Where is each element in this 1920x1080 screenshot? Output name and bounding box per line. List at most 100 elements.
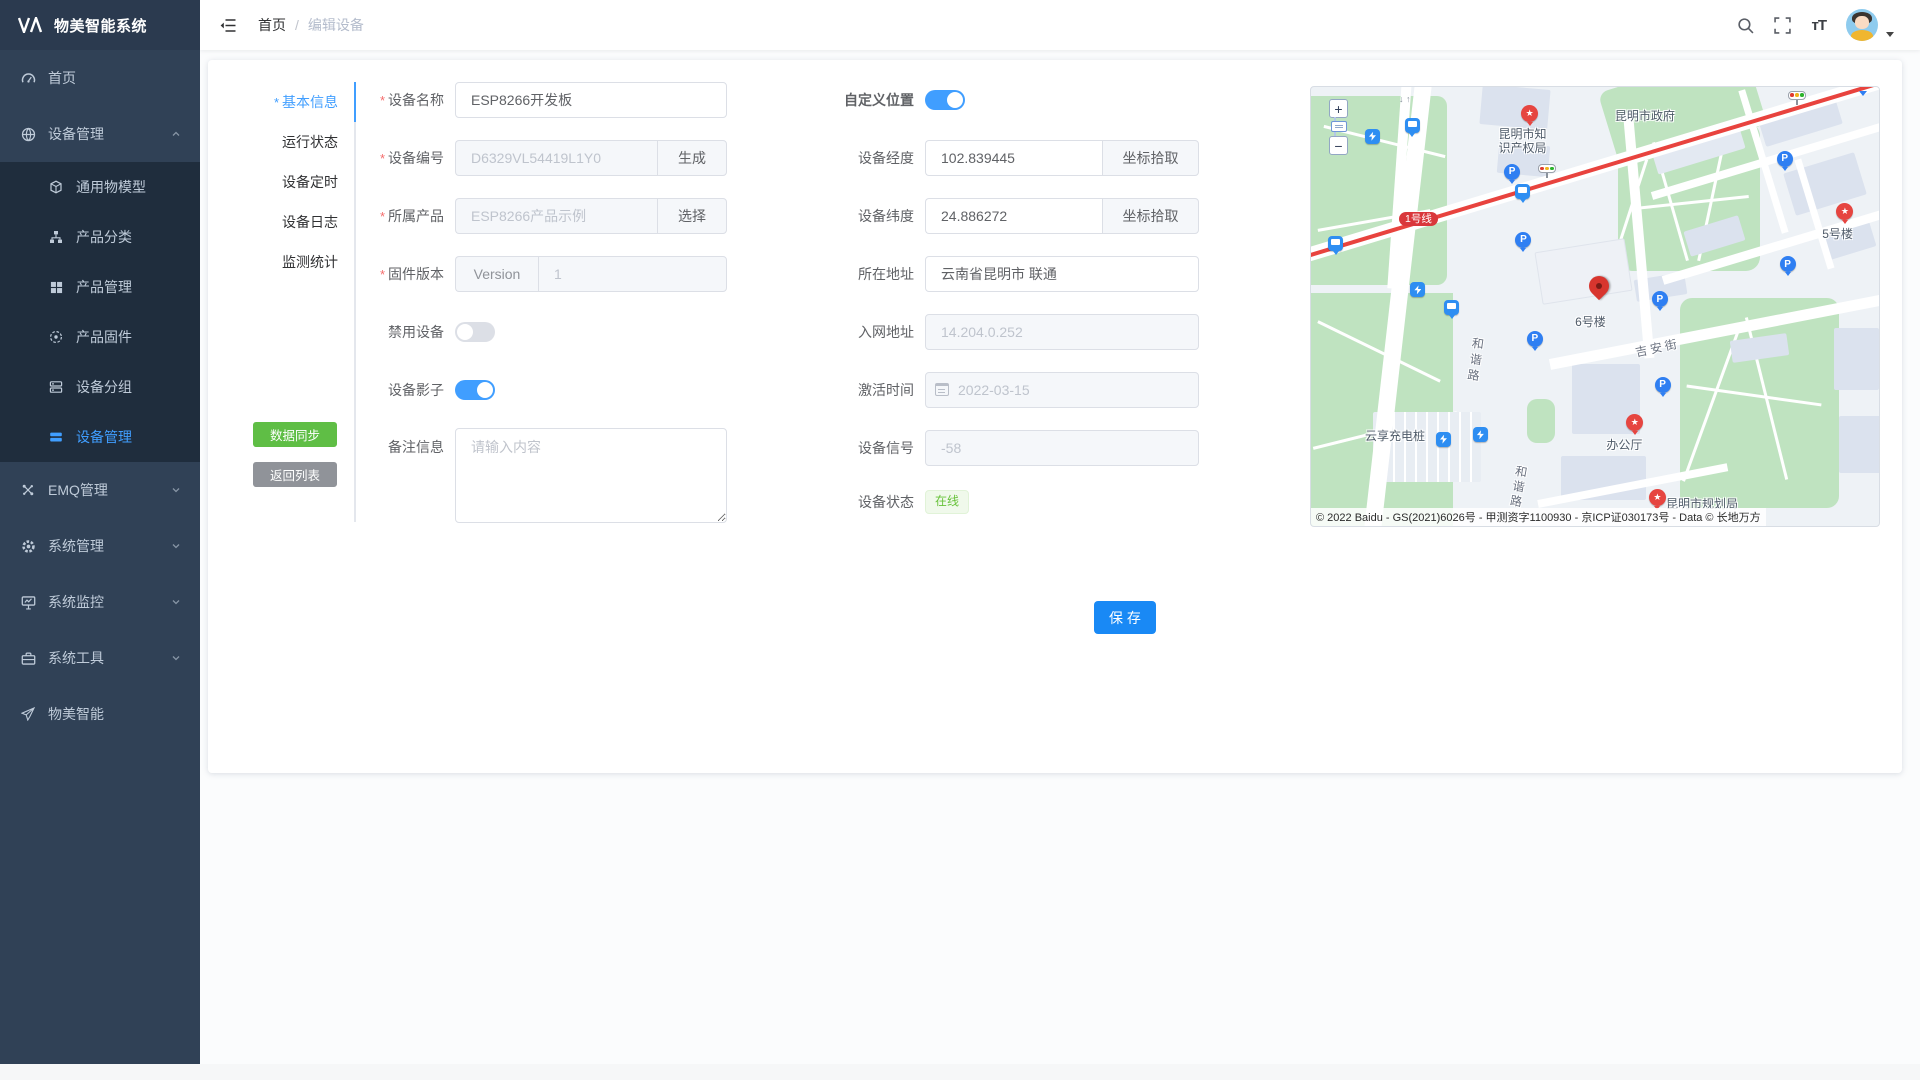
font-size-icon[interactable]: тT: [1811, 17, 1826, 34]
zoom-out-button[interactable]: −: [1329, 136, 1348, 155]
field-disable-device: 禁用设备: [208, 314, 495, 350]
chevron-down-icon: [170, 652, 182, 664]
zoom-slider-handle[interactable]: [1331, 121, 1347, 132]
sidebar-item-label: 设备管理: [76, 427, 132, 447]
topbar-actions: тT: [1737, 9, 1920, 41]
field-label: 所在地址: [678, 264, 925, 284]
field-latitude: 设备纬度 坐标拾取: [678, 198, 1199, 234]
sidebar-item-device-group[interactable]: 设备分组: [0, 362, 200, 412]
sidebar-item-emq[interactable]: EMQ管理: [0, 462, 200, 518]
sidebar-item-wumei-smart[interactable]: 物美智能: [0, 686, 200, 742]
save-button[interactable]: 保 存: [1094, 601, 1156, 634]
pick-latitude-button[interactable]: 坐标拾取: [1102, 198, 1199, 234]
sidebar-item-thing-model[interactable]: 通用物模型: [0, 162, 200, 212]
sidebar-item-label: 产品固件: [76, 327, 132, 347]
map-park: [1527, 399, 1555, 443]
sidebar-item-label: 物美智能: [48, 704, 104, 724]
field-label: 设备纬度: [678, 206, 925, 226]
latitude-input[interactable]: [925, 198, 1102, 234]
field-label: 所属产品: [388, 208, 444, 224]
disable-device-toggle[interactable]: [455, 322, 495, 342]
chevron-down-icon: [170, 540, 182, 552]
dashboard-icon: [20, 70, 36, 86]
horizontal-scrollbar[interactable]: [0, 1064, 1920, 1080]
map-label-jian-road: 吉安街: [1633, 335, 1681, 361]
breadcrumb-current: 编辑设备: [308, 15, 364, 35]
sidebar-item-system-mgmt[interactable]: 系统管理: [0, 518, 200, 574]
charging-station-icon: [1473, 427, 1488, 442]
metro-line-badge: 1号线: [1399, 212, 1438, 226]
paper-plane-icon: [20, 706, 36, 722]
map-label-charging: 云享充电桩: [1365, 427, 1425, 444]
grid-icon: [48, 279, 64, 295]
custom-location-toggle[interactable]: [925, 90, 965, 110]
field-activation-time: 激活时间: [678, 372, 1199, 408]
search-icon[interactable]: [1737, 17, 1754, 34]
device-shadow-toggle[interactable]: [455, 380, 495, 400]
bus-stop-icon: [1328, 236, 1343, 251]
longitude-input[interactable]: [925, 140, 1102, 176]
map-label-b5: 5号楼: [1822, 225, 1853, 242]
parking-icon: P: [1777, 151, 1793, 167]
zoom-in-button[interactable]: +: [1329, 99, 1348, 118]
sidebar-item-system-monitor[interactable]: 系统监控: [0, 574, 200, 630]
breadcrumb-home[interactable]: 首页: [258, 15, 286, 35]
sidebar-item-label: 系统管理: [48, 536, 104, 556]
address-input[interactable]: [925, 256, 1199, 292]
parking-icon: P: [1504, 164, 1520, 180]
field-product: *所属产品 选择: [208, 198, 727, 234]
sidebar-item-device-mgmt[interactable]: 设备管理: [0, 106, 200, 162]
calendar-icon: [935, 383, 949, 396]
required-mark: *: [380, 93, 385, 108]
sidebar-item-system-tools[interactable]: 系统工具: [0, 630, 200, 686]
sidebar-item-device-mgmt-sub[interactable]: 设备管理: [0, 412, 200, 462]
topbar: 首页 / 编辑设备 тT: [200, 0, 1920, 50]
field-status: 设备状态 在线: [678, 484, 969, 520]
field-custom-location: 自定义位置: [678, 82, 965, 118]
map-label-ipr: 昆明市知识产权局: [1498, 127, 1550, 155]
sidebar-item-product-mgmt[interactable]: 产品管理: [0, 262, 200, 312]
sidebar-item-label: 系统工具: [48, 648, 104, 668]
map-label-office: 办公厅: [1606, 436, 1642, 453]
field-label: 设备经度: [678, 148, 925, 168]
fullscreen-icon[interactable]: [1774, 17, 1791, 34]
poi-star-icon: ★: [1626, 414, 1643, 431]
charging-station-icon: [1410, 282, 1425, 297]
activation-time-input: [925, 372, 1199, 408]
device-number-input: [455, 140, 657, 176]
baidu-map[interactable]: 1号线 ↓ ↑ P P: [1310, 86, 1880, 527]
sidebar-item-product-firmware[interactable]: 产品固件: [0, 312, 200, 362]
required-mark: *: [380, 209, 385, 224]
main-area: 首页 / 编辑设备 тT: [200, 0, 1920, 1080]
sidebar-item-product-category[interactable]: 产品分类: [0, 212, 200, 262]
signal-input: [925, 430, 1199, 466]
avatar[interactable]: [1846, 9, 1878, 41]
poi-star-icon: ★: [1649, 489, 1666, 506]
user-menu-caret-icon[interactable]: [1886, 32, 1894, 37]
map-label-gov: 昆明市政府: [1615, 107, 1675, 124]
field-label: 激活时间: [678, 380, 925, 400]
nodes-icon: [20, 482, 36, 498]
globe-icon: [20, 126, 36, 142]
parking-icon: P: [1527, 331, 1543, 347]
sidebar-fold-icon[interactable]: [220, 18, 236, 33]
map-label-hexie-road: 和谐路: [1506, 463, 1531, 510]
field-label: 设备影子: [208, 380, 455, 400]
map-building: [1834, 328, 1879, 389]
sidebar-item-label: 系统监控: [48, 592, 104, 612]
field-label: 设备编号: [388, 150, 444, 166]
breadcrumb: 首页 / 编辑设备: [258, 15, 364, 35]
edit-device-card: *基本信息 运行状态 设备定时 设备日志 监测统计 数据同步 返回列表 *设备名…: [208, 60, 1902, 773]
poi-star-icon: ★: [1521, 105, 1538, 122]
field-device-shadow: 设备影子: [208, 372, 495, 408]
ip-input: [925, 314, 1199, 350]
breadcrumb-separator: /: [295, 17, 299, 33]
sidebar-item-home[interactable]: 首页: [0, 50, 200, 106]
map-label-hexie-road: 和谐路: [1464, 336, 1488, 386]
sidebar-item-label: EMQ管理: [48, 480, 108, 500]
list-bars-icon: [48, 429, 64, 445]
app-logo[interactable]: 物美智能系统: [0, 0, 200, 50]
map-building: [1480, 86, 1551, 129]
pick-longitude-button[interactable]: 坐标拾取: [1102, 140, 1199, 176]
required-mark: *: [380, 267, 385, 282]
